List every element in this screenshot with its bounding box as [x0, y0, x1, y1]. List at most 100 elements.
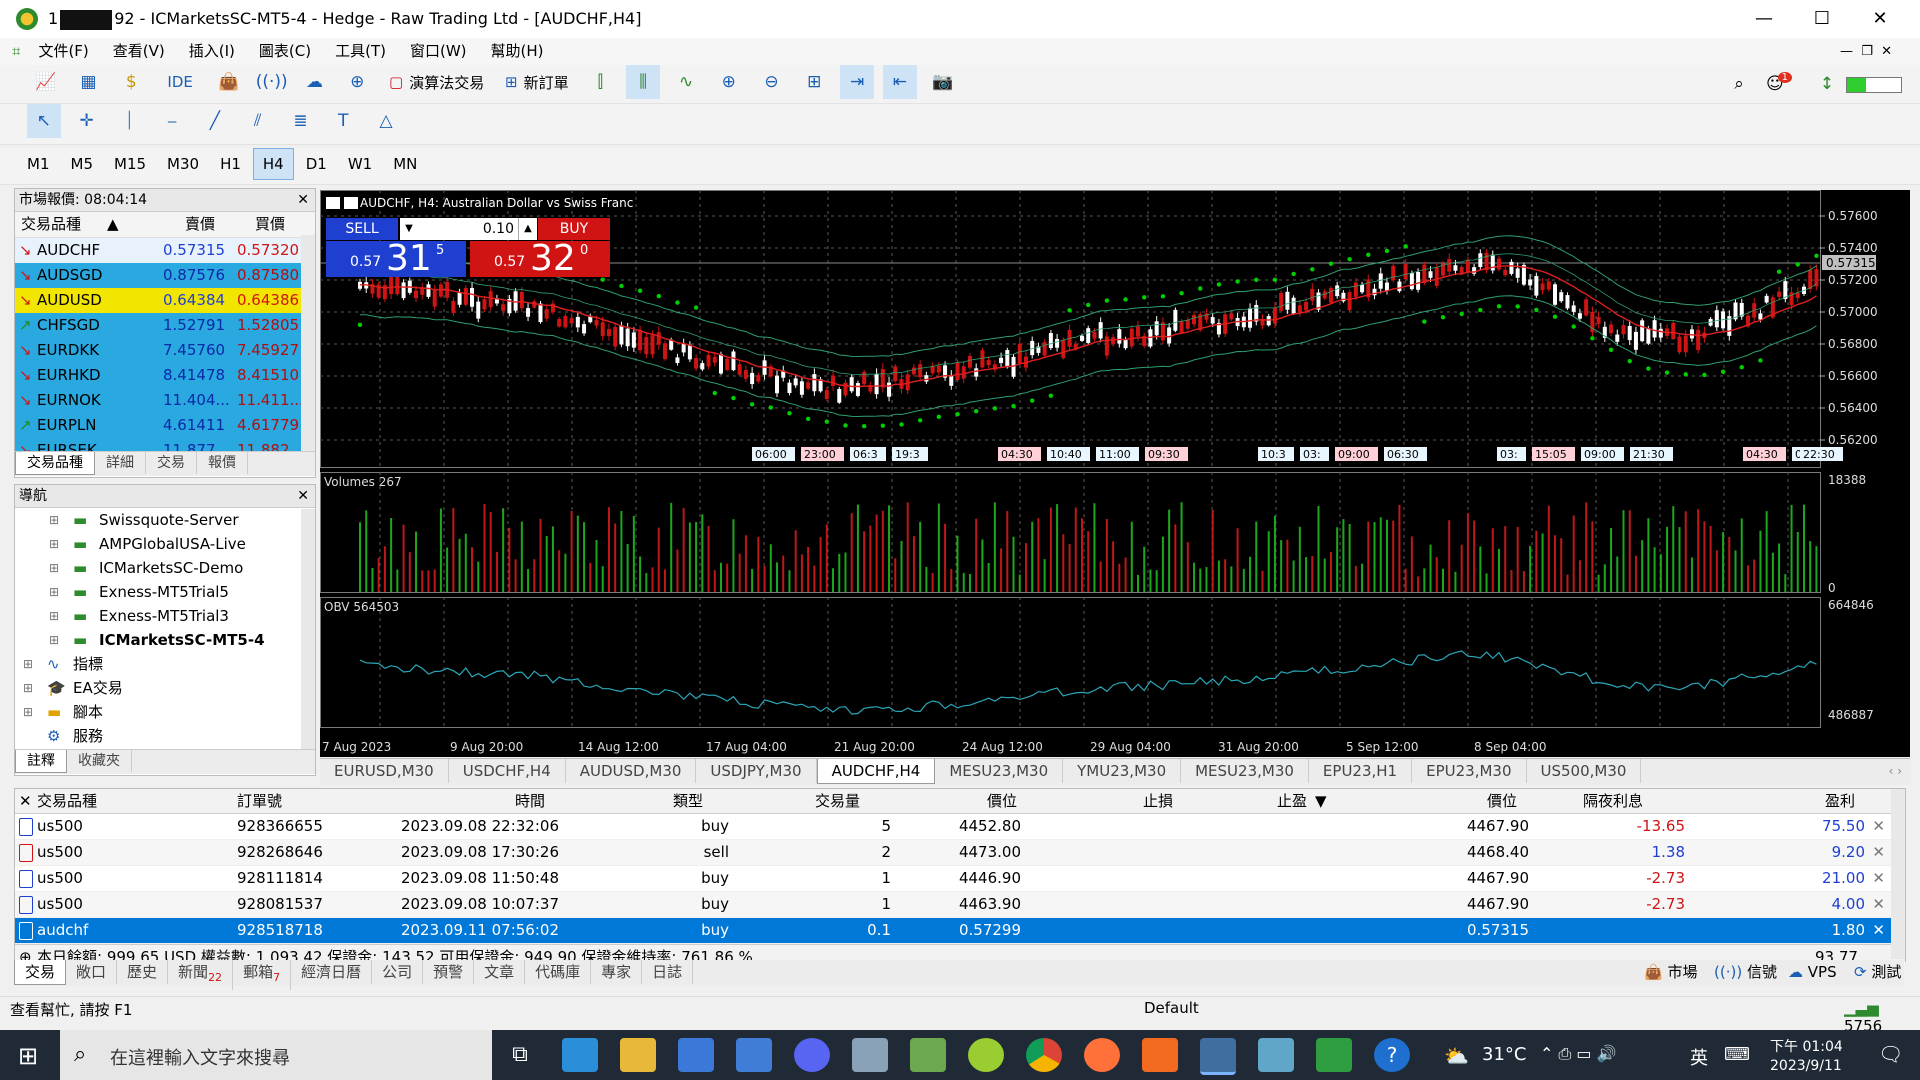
menu-insert[interactable]: 插入(I)	[177, 38, 247, 65]
tab-articles[interactable]: 文章	[474, 960, 526, 984]
ime-indicator[interactable]: 英	[1690, 1044, 1708, 1070]
vps-icon[interactable]: ⊕	[340, 65, 374, 99]
navigator-scrollbar[interactable]	[301, 509, 315, 749]
tab-journal[interactable]: 日誌	[642, 960, 694, 984]
minimize-button[interactable]: —	[1735, 0, 1793, 38]
tf-d1[interactable]: D1	[297, 149, 336, 179]
firefox-icon[interactable]	[1084, 1038, 1120, 1072]
tf-m15[interactable]: M15	[105, 149, 155, 179]
tf-w1[interactable]: W1	[339, 149, 381, 179]
expand-icon[interactable]: ⊞	[49, 604, 59, 628]
discord-icon[interactable]	[794, 1038, 830, 1072]
market-watch-row[interactable]: ↗ CHFSGD 1.52791 1.52805	[15, 313, 315, 338]
market-watch-row[interactable]: ↘ EURDKK 7.45760 7.45927	[15, 338, 315, 363]
tab-trade[interactable]: 交易	[14, 960, 67, 985]
tf-h4[interactable]: H4	[252, 148, 294, 180]
market-watch-row[interactable]: ↘ AUDUSD 0.64384 0.64386	[15, 288, 315, 313]
shapes-icon[interactable]: △	[369, 104, 403, 138]
sell-button[interactable]: SELL	[326, 218, 398, 240]
tab-calendar[interactable]: 經濟日曆	[291, 960, 373, 984]
expand-icon[interactable]: ⊞	[49, 628, 59, 652]
chart-tab[interactable]: AUDUSD,M30	[566, 759, 697, 783]
autoscroll-icon[interactable]: ⇥	[840, 65, 875, 99]
app-icon-1[interactable]	[852, 1038, 888, 1072]
order-row[interactable]: us500 928081537 2023.09.08 10:07:37 buy 1 446…	[15, 892, 1905, 918]
chart-window[interactable]: 0.57600 0.57400 0.57200 0.57000 0.56800 0.566…	[320, 190, 1910, 757]
menu-charts[interactable]: 圖表(C)	[247, 38, 323, 65]
tab-symbols[interactable]: 交易品種	[15, 452, 95, 475]
edge-icon[interactable]	[562, 1038, 598, 1072]
windows-start-icon[interactable]: ⊞	[18, 1042, 38, 1070]
chart-tab[interactable]: MESU23,M30	[935, 759, 1064, 783]
new-order-button[interactable]: ⊞ 新訂單	[499, 65, 575, 99]
vps-link[interactable]: ☁ VPS	[1788, 960, 1837, 984]
tab-news[interactable]: 新聞22	[168, 960, 234, 990]
expand-icon[interactable]: ⊞	[23, 652, 33, 676]
account-icon[interactable]: ☺ 1	[1762, 67, 1796, 101]
tester-link[interactable]: ⟳ 測試	[1854, 960, 1901, 984]
crosshair-icon[interactable]: ✛	[70, 104, 104, 138]
tab-history[interactable]: 歷史	[117, 960, 169, 984]
order-row[interactable]: us500 928366655 2023.09.08 22:32:06 buy 5 445…	[15, 814, 1905, 840]
zoom-out-icon[interactable]: ⊖	[755, 65, 789, 99]
tab-company[interactable]: 公司	[372, 960, 424, 984]
chart-tab[interactable]: AUDCHF,H4	[816, 759, 936, 784]
market-watch-row[interactable]: ↘ AUDCHF 0.57315 0.57320	[15, 238, 315, 263]
navigator-folder-item[interactable]: ⚙ 服務	[15, 724, 315, 748]
signals-icon[interactable]: ((·))	[255, 65, 289, 99]
tab-trading[interactable]: 交易	[146, 452, 197, 474]
chart-type-icon[interactable]: 📈	[29, 65, 63, 99]
taskbar-search[interactable]: ⌕ 在這裡輸入文字來搜尋	[60, 1030, 492, 1080]
expand-icon[interactable]: ⊞	[23, 676, 33, 700]
order-row[interactable]: us500 928268646 2023.09.08 17:30:26 sell 2 44…	[15, 840, 1905, 866]
tab-scroll-arrows[interactable]: ‹ ›	[1889, 759, 1902, 783]
cursor-icon[interactable]: ↖	[26, 104, 61, 138]
market-watch-scrollbar[interactable]	[301, 235, 315, 451]
menu-view[interactable]: 查看(V)	[101, 38, 177, 65]
notification-icon[interactable]: 🗨	[1878, 1042, 1903, 1066]
orders-scrollbar[interactable]	[1891, 789, 1905, 959]
bar-chart-icon[interactable]: ⫿	[583, 65, 617, 99]
chart-tab[interactable]: US500,M30	[1527, 759, 1642, 783]
chart-tab[interactable]: YMU23,M30	[1063, 759, 1182, 783]
tray-icons[interactable]: ⌃ ⎙ ▭ 🔊	[1540, 1044, 1617, 1064]
navigator-folder-item[interactable]: ⊞ ▬ 腳本	[15, 700, 315, 724]
chart-tab[interactable]: MESU23,M30	[1181, 759, 1309, 783]
navigator-server-item[interactable]: ⊞ ▬ AMPGlobalUSA-Live	[15, 532, 315, 556]
tf-h1[interactable]: H1	[211, 149, 250, 179]
tab-favorites[interactable]: 收藏夾	[67, 750, 132, 772]
navigator-folder-item[interactable]: ⊞ ∿ 指標	[15, 652, 315, 676]
candles-icon[interactable]: ⫼	[626, 65, 661, 99]
tab-codebase[interactable]: 代碼庫	[525, 960, 592, 984]
expand-icon[interactable]: ⊞	[49, 556, 59, 580]
expand-icon[interactable]: ⊞	[49, 580, 59, 604]
menu-window[interactable]: 窗口(W)	[398, 38, 479, 65]
tab-alerts[interactable]: 預警	[423, 960, 475, 984]
chrome-icon[interactable]	[1026, 1038, 1062, 1072]
tab-experts[interactable]: 專家	[591, 960, 643, 984]
market-link[interactable]: 👜 市場	[1644, 960, 1697, 984]
app-icon-2[interactable]	[910, 1038, 946, 1072]
metatrader-icon[interactable]	[1200, 1038, 1236, 1075]
app-icon-5[interactable]	[1258, 1038, 1294, 1072]
keyboard-icon[interactable]: ⌨	[1724, 1044, 1750, 1065]
navigator-server-item[interactable]: ⊞ ▬ ICMarketsSC-MT5-4	[15, 628, 315, 652]
expand-icon[interactable]: ⊞	[23, 700, 33, 724]
maximize-button[interactable]: ☐	[1793, 0, 1851, 38]
file-explorer-icon[interactable]	[620, 1038, 656, 1072]
channel-icon[interactable]: ⫽	[241, 104, 275, 138]
close-icon[interactable]: ✕	[297, 485, 309, 507]
tab-common[interactable]: 註釋	[15, 750, 67, 773]
market-bag-icon[interactable]: 👜	[212, 65, 246, 99]
tf-m1[interactable]: M1	[18, 149, 59, 179]
chart-shift-icon[interactable]: ⇤	[882, 65, 917, 99]
navigator-server-item[interactable]: ⊞ ▬ Exness-MT5Trial3	[15, 604, 315, 628]
market-watch-row[interactable]: ↘ EURNOK 11.404... 11.411...	[15, 388, 315, 413]
chart-tab[interactable]: EURUSD,M30	[320, 759, 449, 783]
close-button[interactable]: ✕	[1851, 0, 1909, 38]
ide-button[interactable]: IDE	[157, 65, 203, 99]
close-icon[interactable]: ✕	[297, 189, 309, 211]
vertical-line-icon[interactable]: ⏐	[112, 104, 146, 138]
cloud-icon[interactable]: ☁	[297, 65, 331, 99]
fibonacci-icon[interactable]: ≣	[283, 104, 317, 138]
